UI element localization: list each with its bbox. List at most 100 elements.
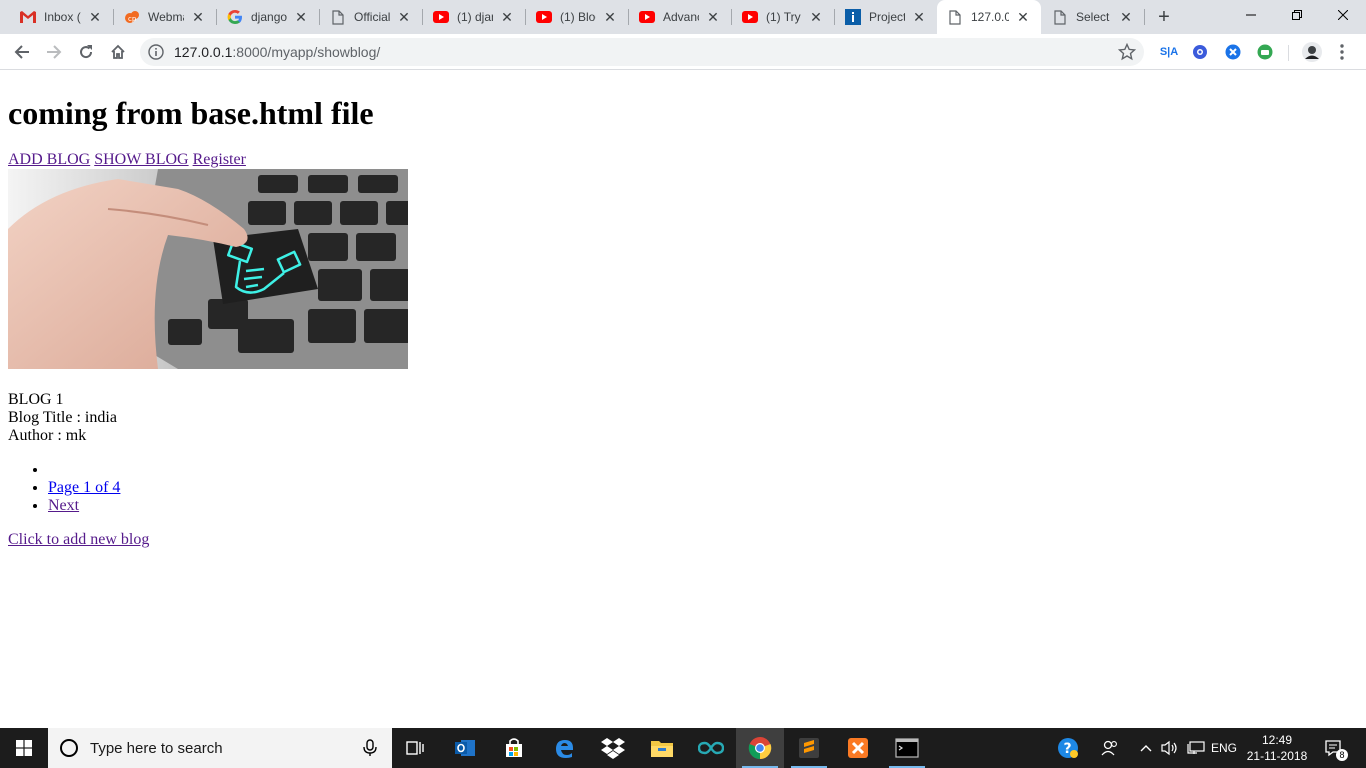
url-text: 127.0.0.1:8000/myapp/showblog/: [174, 44, 380, 60]
chevron-up-icon: [1140, 745, 1152, 752]
extension-sa-label: S|A: [1159, 46, 1179, 58]
restore-button[interactable]: [1274, 0, 1320, 30]
system-clock[interactable]: 12:49 21-11-2018: [1240, 732, 1314, 766]
reload-button[interactable]: [74, 40, 98, 64]
tab-title: Advanc: [663, 10, 699, 24]
network-tray-icon[interactable]: [1184, 728, 1208, 768]
toolbar-divider: [1288, 45, 1289, 61]
close-icon[interactable]: ✕: [808, 9, 824, 25]
close-icon[interactable]: ✕: [87, 9, 103, 25]
register-link[interactable]: Register: [193, 151, 246, 168]
address-bar[interactable]: 127.0.0.1:8000/myapp/showblog/: [140, 38, 1144, 66]
globe-icon: [1193, 45, 1207, 59]
chrome-icon: [748, 737, 772, 760]
tab-title: Official: [354, 10, 390, 24]
close-icon[interactable]: ✕: [499, 9, 515, 25]
next-page-link[interactable]: Next: [48, 497, 79, 514]
close-icon: [1338, 10, 1348, 20]
url-path: :8000/myapp/showblog/: [232, 44, 381, 60]
windows-taskbar: Type here to search ? ENG 12:49 21-11-20…: [0, 728, 1366, 768]
tab-project[interactable]: Project ✕: [835, 0, 937, 34]
show-hidden-icons-button[interactable]: [1136, 728, 1156, 768]
clock-date: 21-11-2018: [1246, 749, 1308, 763]
taskbar-search-box[interactable]: Type here to search: [48, 728, 392, 768]
start-button[interactable]: [0, 728, 48, 768]
file-explorer-app[interactable]: [638, 728, 686, 768]
store-app[interactable]: [490, 728, 538, 768]
google-icon: [227, 9, 243, 25]
edge-app[interactable]: [540, 728, 588, 768]
info-icon[interactable]: [148, 44, 164, 60]
sublime-text-app[interactable]: [785, 728, 833, 768]
tab-youtube-2[interactable]: (1) Blog ✕: [526, 0, 628, 34]
close-window-button[interactable]: [1320, 0, 1366, 30]
profile-avatar[interactable]: [1302, 42, 1322, 62]
outlook-app[interactable]: [441, 728, 489, 768]
tab-youtube-3[interactable]: Advanc ✕: [629, 0, 731, 34]
extension-green[interactable]: [1256, 43, 1274, 61]
page-indicator-link[interactable]: Page 1 of 4: [48, 479, 120, 496]
command-prompt-app[interactable]: [883, 728, 931, 768]
home-icon: [111, 44, 125, 59]
xampp-app[interactable]: [834, 728, 882, 768]
arrow-left-icon: [14, 45, 29, 59]
tab-youtube-1[interactable]: (1) djan ✕: [423, 0, 525, 34]
people-tray-icon[interactable]: [1096, 728, 1124, 768]
task-view-button[interactable]: [392, 728, 440, 768]
people-icon: [1101, 740, 1117, 756]
close-icon[interactable]: ✕: [911, 9, 927, 25]
bookmark-star-icon[interactable]: [1118, 43, 1136, 61]
close-icon[interactable]: ✕: [293, 9, 309, 25]
close-icon[interactable]: ✕: [1118, 9, 1134, 25]
pagination-empty-item: [48, 461, 120, 479]
chrome-menu-button[interactable]: [1336, 43, 1348, 61]
microphone-icon[interactable]: [362, 739, 378, 757]
edge-icon: [556, 740, 573, 758]
tab-official[interactable]: Official ✕: [320, 0, 422, 34]
volume-tray-icon[interactable]: [1158, 728, 1182, 768]
arrow-right-icon: [47, 45, 62, 59]
close-icon[interactable]: ✕: [396, 9, 412, 25]
pagination-page-item: Page 1 of 4: [48, 479, 120, 497]
back-button[interactable]: [10, 40, 34, 64]
tab-youtube-4[interactable]: (1) Try ✕: [732, 0, 834, 34]
add-blog-link[interactable]: ADD BLOG: [8, 151, 90, 168]
close-icon[interactable]: ✕: [1015, 9, 1031, 25]
extension-sa[interactable]: S|A: [1158, 43, 1180, 61]
tab-strip: Inbox ( ✕ cp Webma ✕ django ✕ Official ✕…: [0, 0, 1366, 34]
tab-inbox[interactable]: Inbox ( ✕: [10, 0, 113, 34]
blog-title: Blog Title : india: [8, 409, 117, 426]
page-icon: [1052, 9, 1068, 25]
extension-globe[interactable]: [1191, 43, 1209, 61]
svg-text:cp: cp: [128, 15, 137, 23]
site-nav: ADD BLOG SHOW BLOG Register: [8, 151, 246, 169]
webmail-icon: cp: [124, 9, 140, 25]
input-language-indicator[interactable]: ENG: [1210, 728, 1238, 768]
forward-button[interactable]: [42, 40, 66, 64]
dropbox-app[interactable]: [589, 728, 637, 768]
add-new-blog-link[interactable]: Click to add new blog: [8, 531, 149, 549]
new-tab-button[interactable]: +: [1152, 5, 1176, 29]
tab-select[interactable]: Select ✕: [1042, 0, 1144, 34]
extension-x[interactable]: [1224, 43, 1242, 61]
arduino-app[interactable]: [687, 728, 735, 768]
minimize-button[interactable]: [1228, 0, 1274, 30]
chrome-app[interactable]: [736, 728, 784, 768]
close-icon[interactable]: ✕: [705, 9, 721, 25]
tab-webmail[interactable]: cp Webma ✕: [114, 0, 216, 34]
tab-title: (1) Blog: [560, 10, 596, 24]
home-button[interactable]: [106, 40, 130, 64]
xampp-icon: [848, 738, 868, 758]
green-extension-icon: [1257, 44, 1273, 60]
search-placeholder: Type here to search: [90, 739, 223, 757]
show-blog-link[interactable]: SHOW BLOG: [94, 151, 188, 168]
action-center-button[interactable]: 8: [1316, 728, 1352, 768]
browser-toolbar: 127.0.0.1:8000/myapp/showblog/ S|A: [0, 34, 1366, 70]
tab-django-search[interactable]: django ✕: [217, 0, 319, 34]
close-icon[interactable]: ✕: [602, 9, 618, 25]
tab-active-localhost[interactable]: 127.0.0 ✕: [937, 0, 1041, 34]
close-icon[interactable]: ✕: [190, 9, 206, 25]
help-tray-icon[interactable]: ?: [1052, 728, 1084, 768]
web-page: coming from base.html file ADD BLOG SHOW…: [0, 71, 1366, 728]
sublime-icon: [799, 738, 819, 758]
